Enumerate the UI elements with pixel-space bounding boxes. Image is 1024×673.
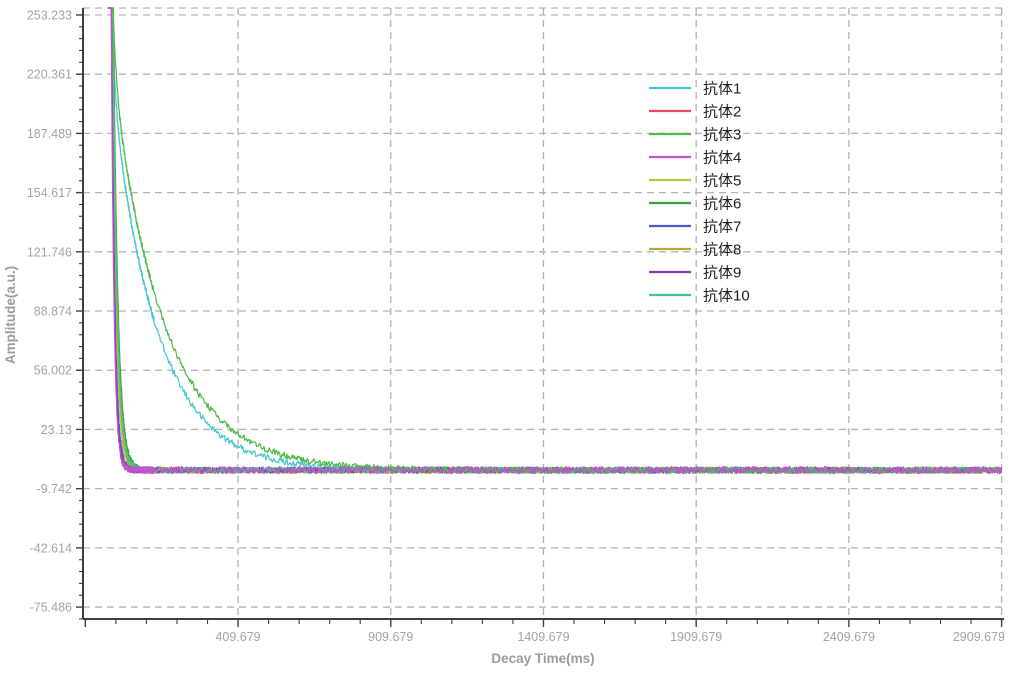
legend-label: 抗体1 xyxy=(703,81,741,98)
legend-label: 抗体4 xyxy=(703,150,741,167)
legend-label: 抗体7 xyxy=(703,219,741,236)
curve-抗体8 xyxy=(108,8,1002,473)
curve-抗体3 xyxy=(108,8,1002,473)
curve-抗体9 xyxy=(108,8,1002,473)
legend-label: 抗体5 xyxy=(703,173,741,190)
axis-ticks xyxy=(76,15,1002,627)
x-tick-label: 1409.679 xyxy=(517,630,569,644)
curve-抗体5 xyxy=(108,8,1002,473)
legend-label: 抗体2 xyxy=(703,104,741,121)
y-axis-title: Amplitude(a.u.) xyxy=(3,266,18,364)
x-axis-title: Decay Time(ms) xyxy=(491,651,594,666)
y-tick-label: -9.742 xyxy=(37,482,72,496)
x-tick-label: 1909.679 xyxy=(670,630,722,644)
x-tick-label: 2409.679 xyxy=(823,630,875,644)
curve-抗体2 xyxy=(108,8,1002,473)
legend-label: 抗体6 xyxy=(703,196,741,213)
legend-item: 抗体4 xyxy=(649,150,741,167)
y-tick-label: 187.489 xyxy=(27,127,72,141)
y-tick-label: -75.486 xyxy=(30,601,72,615)
y-tick-label: 154.617 xyxy=(27,186,72,200)
legend-item: 抗体10 xyxy=(649,288,750,305)
legend-label: 抗体10 xyxy=(703,288,750,305)
legend-item: 抗体5 xyxy=(649,173,741,190)
legend-item: 抗体2 xyxy=(649,104,741,121)
curve-抗体7 xyxy=(108,8,1002,473)
curve-抗体6 xyxy=(108,8,1002,473)
y-tick-label: 220.361 xyxy=(27,68,72,82)
x-tick-label: 409.679 xyxy=(215,630,260,644)
legend-label: 抗体3 xyxy=(703,127,741,144)
x-tick-label: 909.679 xyxy=(368,630,413,644)
decay-chart: 253.233 220.361 187.489 154.617 121.746 88.87… xyxy=(0,0,1024,673)
legend-item: 抗体3 xyxy=(649,127,741,144)
y-tick-label: -42.614 xyxy=(30,541,72,555)
y-tick-label: 56.002 xyxy=(34,364,72,378)
y-tick-label: 23.13 xyxy=(41,423,72,437)
grid-lines xyxy=(83,8,1002,619)
legend-label: 抗体8 xyxy=(703,242,741,259)
legend-item: 抗体8 xyxy=(649,242,741,259)
chart-canvas: 253.233 220.361 187.489 154.617 121.746 88.87… xyxy=(0,0,1024,673)
tick-labels: 253.233 220.361 187.489 154.617 121.746 88.87… xyxy=(27,8,1005,644)
legend-item: 抗体1 xyxy=(649,81,741,98)
curve-抗体1 xyxy=(108,8,1002,473)
y-tick-label: 121.746 xyxy=(27,245,72,259)
curve-抗体4 xyxy=(108,8,1002,474)
series-curves xyxy=(108,8,1002,474)
y-tick-label: 88.874 xyxy=(34,305,72,319)
legend-label: 抗体9 xyxy=(703,265,741,282)
x-tick-label: 2909.679 xyxy=(953,630,1005,644)
legend-item: 抗体6 xyxy=(649,196,741,213)
curve-抗体10 xyxy=(108,8,1002,473)
y-tick-label: 253.233 xyxy=(27,8,72,22)
legend-item: 抗体9 xyxy=(649,265,741,282)
legend-item: 抗体7 xyxy=(649,219,741,236)
